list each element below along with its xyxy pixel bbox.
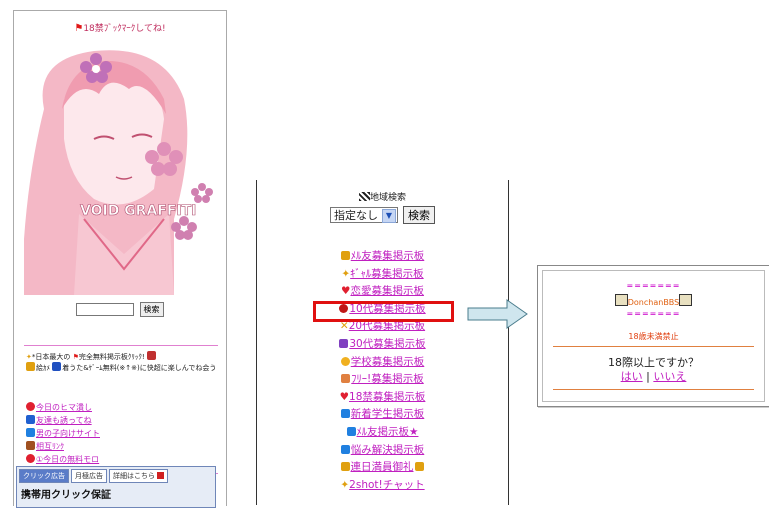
- answer-separator: |: [646, 370, 650, 383]
- book-icon: [146, 351, 156, 360]
- promo-link-2[interactable]: 完全無料掲示板ｸﾘｯｸ!: [79, 353, 145, 361]
- list-item[interactable]: ①今日の無料モロ: [26, 453, 100, 466]
- left-search-row: 検索: [14, 299, 226, 318]
- board-item-free[interactable]: ﾌﾘｰ!募集掲示板: [260, 371, 505, 386]
- ad-body-text[interactable]: 携帯用クリック保証: [17, 485, 215, 502]
- book-icon: [341, 374, 351, 384]
- people-icon: [414, 462, 424, 472]
- link-label[interactable]: ①今日の無料モロ: [36, 455, 99, 464]
- arrow-icon: [157, 472, 164, 479]
- column-divider-right: [508, 180, 509, 505]
- pencil-icon: [340, 444, 350, 454]
- link-label[interactable]: 相互ﾘﾝｸ: [36, 442, 64, 451]
- area-search-button[interactable]: 検索: [403, 205, 436, 224]
- area-search-text: 地域検索: [369, 193, 406, 203]
- divider: [553, 389, 754, 390]
- list-item[interactable]: 相互ﾘﾝｸ: [26, 440, 100, 453]
- pencil-icon: [26, 428, 35, 437]
- column-divider-left: [256, 180, 257, 505]
- board-item-full-house[interactable]: 連日満員御礼: [260, 459, 505, 474]
- board-item-love[interactable]: ♥恋愛募集掲示板: [260, 283, 505, 298]
- age-check-frame: ======= DonchanBBS ======= 18歳未満禁止 18際以上…: [542, 270, 765, 402]
- music-icon: [52, 362, 62, 371]
- yes-link[interactable]: はい: [621, 370, 643, 383]
- board-item-adult[interactable]: ♥18禁募集掲示板: [260, 389, 505, 404]
- people-icon: [340, 462, 350, 472]
- decorative-line: =======: [626, 281, 681, 290]
- people-icon: [26, 362, 35, 371]
- star-icon: ✕: [339, 320, 349, 333]
- bookmark-text: 18禁ﾌﾞｯｸﾏｰｸしてね!: [83, 24, 166, 34]
- board-item-2shot-chat[interactable]: ✦2shot!チャット: [260, 477, 505, 492]
- area-search-row: 指定なし ▼ 検索: [260, 204, 505, 224]
- heart-icon: ♥: [339, 390, 350, 403]
- board-item-worries[interactable]: 悩み解決掲示板: [260, 442, 505, 457]
- promo-text-1: 絵ｶﾒ: [36, 364, 50, 372]
- heart-icon: [26, 454, 35, 463]
- left-search-button[interactable]: 検索: [139, 302, 164, 317]
- chevron-down-icon[interactable]: ▼: [381, 208, 396, 223]
- decorative-line: =======: [626, 309, 681, 318]
- highlight-box: [313, 301, 454, 322]
- tab-monthly-ad[interactable]: 月極広告: [71, 469, 107, 483]
- board-item-school[interactable]: 学校募集掲示板: [260, 354, 505, 369]
- board-item-thirties[interactable]: 30代募集掲示板: [260, 336, 505, 351]
- divider: [24, 345, 218, 346]
- checkered-flag-icon: [358, 192, 370, 201]
- phone-screenshot-panel: ⚑18禁ﾌﾞｯｸﾏｰｸしてね! VOID GRAFFITI 検索 ✦*日本最大の…: [13, 10, 227, 506]
- board-item-new-student[interactable]: 新着学生掲示板: [260, 406, 505, 421]
- sparkle-icon: ✦: [341, 267, 351, 280]
- sparkle-icon: ✦: [340, 478, 350, 491]
- board-item-mail-friend-star[interactable]: ﾒﾙ友掲示板★: [260, 424, 505, 439]
- arrow-right-icon: [467, 299, 528, 329]
- age-notice: 18歳未満禁止: [628, 332, 679, 341]
- answer-links: はい | いいえ: [543, 368, 764, 384]
- site-title: DonchanBBS: [543, 294, 764, 307]
- face-icon: [340, 356, 350, 366]
- board-item-mail-friend[interactable]: ﾒﾙ友募集掲示板: [260, 248, 505, 263]
- people-icon: [26, 415, 35, 424]
- tab-details-label: 詳細はこちら: [113, 472, 155, 480]
- list-item[interactable]: 男の子向けサイト: [26, 427, 100, 440]
- site-title-text: DonchanBBS: [627, 298, 680, 307]
- notebook-icon: [679, 294, 693, 306]
- people-icon: [340, 251, 350, 260]
- no-link[interactable]: いいえ: [653, 370, 686, 383]
- flag-icon: ⚑: [74, 23, 84, 34]
- promo-link-1[interactable]: *日本最大の: [32, 353, 71, 361]
- ad-banner: クリック広告 月極広告 詳細はこちら 携帯用クリック保証: [16, 466, 216, 508]
- link-label[interactable]: 男の子向けサイト: [36, 429, 100, 438]
- promo-block: ✦*日本最大の ⚑完全無料掲示板ｸﾘｯｸ! 絵ｶﾒ 着うた&ｹﾞｰﾑ無料(※↑※…: [26, 351, 216, 373]
- ad-tabs: クリック広告 月極広告 詳細はこちら: [17, 467, 215, 485]
- left-search-input[interactable]: [76, 303, 135, 316]
- area-select-value: 指定なし: [333, 208, 378, 222]
- age-check-page: ======= DonchanBBS ======= 18歳未満禁止 18際以上…: [537, 265, 769, 407]
- link-label[interactable]: 友達も誘ってね: [36, 416, 92, 425]
- board-item-gal[interactable]: ✦ｷﾞｬﾙ募集掲示板: [260, 266, 505, 281]
- area-search-label: 地域検索: [260, 190, 505, 203]
- art-title-text: VOID GRAFFITI: [80, 203, 196, 219]
- tab-click-ad[interactable]: クリック広告: [19, 469, 69, 483]
- notebook-icon: [614, 294, 628, 306]
- box-icon: [26, 441, 35, 450]
- ribbon-icon: [339, 339, 349, 348]
- bookmark-banner[interactable]: ⚑18禁ﾌﾞｯｸﾏｰｸしてね!: [14, 21, 226, 34]
- divider: [553, 346, 754, 347]
- list-item[interactable]: 今日のヒマ潰し: [26, 401, 100, 414]
- area-select[interactable]: 指定なし ▼: [329, 206, 398, 223]
- tab-details[interactable]: 詳細はこちら: [109, 469, 168, 483]
- list-item[interactable]: 友達も誘ってね: [26, 414, 100, 427]
- board-list-panel: 地域検索 指定なし ▼ 検索 ﾒﾙ友募集掲示板 ✦ｷﾞｬﾙ募集掲示板 ♥恋愛募集掲…: [260, 180, 505, 505]
- anime-girl-illustration: VOID GRAFFITI: [24, 50, 213, 295]
- promo-text-2: 着うた&ｹﾞｰﾑ無料(※↑※)に快超に楽しんでね会う: [62, 364, 217, 372]
- pencil-icon: [340, 409, 350, 419]
- left-link-list: 今日のヒマ潰し 友達も誘ってね 男の子向けサイト 相互ﾘﾝｸ ①今日の無料モロ: [26, 401, 100, 466]
- heart-icon: [26, 402, 35, 411]
- pencil-icon: [346, 427, 356, 436]
- link-label[interactable]: 今日のヒマ潰し: [36, 403, 92, 412]
